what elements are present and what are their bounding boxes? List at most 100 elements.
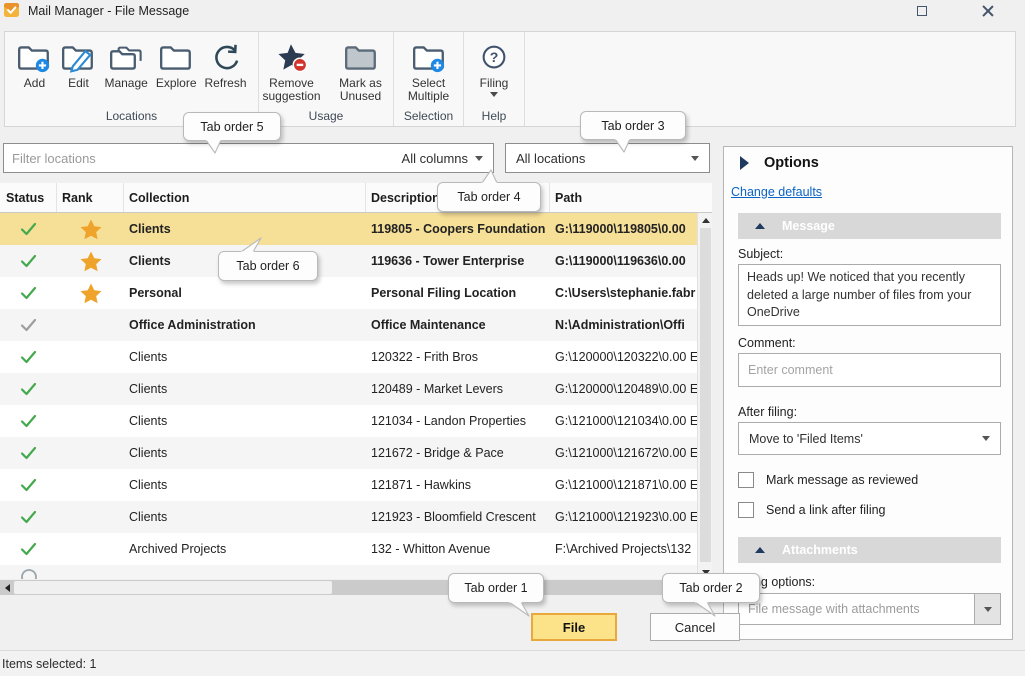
path-cell: G:\121000\121871\0.00 E [550, 478, 697, 492]
check-icon [20, 254, 37, 268]
table-row[interactable]: Clients 121871 - Hawkins G:\121000\12187… [0, 469, 697, 501]
table-row[interactable]: Clients 121923 - Bloomfield Crescent G:\… [0, 501, 697, 533]
mark-reviewed-checkbox-row[interactable]: Mark message as reviewed [738, 472, 918, 488]
column-header-status[interactable]: Status [0, 183, 57, 212]
mail-manager-app-icon [4, 3, 19, 20]
ribbon-group-help: ? Filing Help [464, 32, 525, 126]
mark-reviewed-checkbox[interactable] [738, 472, 754, 488]
description-cell: 121672 - Bridge & Pace [366, 446, 550, 460]
path-cell: G:\119000\119636\0.00 [550, 254, 697, 268]
collection-cell: Clients [124, 446, 366, 460]
comment-field[interactable] [738, 353, 1001, 387]
edit-folder-icon [60, 43, 96, 73]
send-link-checkbox-row[interactable]: Send a link after filing [738, 502, 886, 518]
table-row[interactable]: Clients 121672 - Bridge & Pace G:\121000… [0, 437, 697, 469]
after-filing-dropdown[interactable]: Move to 'Filed Items' [738, 422, 1001, 455]
description-cell: Personal Filing Location [366, 286, 550, 300]
scroll-up-icon[interactable] [698, 213, 713, 227]
filing-options-dropdown[interactable]: File message with attachments [738, 593, 1001, 625]
message-section-header[interactable]: Message [738, 213, 1001, 239]
star-icon [80, 251, 102, 272]
collection-cell: Clients [124, 382, 366, 396]
unused-folder-icon [343, 43, 379, 73]
description-cell: 120322 - Frith Bros [366, 350, 550, 364]
pending-circle-icon [20, 565, 38, 579]
table-row[interactable]: Clients 119636 - Tower Enterprise G:\119… [0, 245, 697, 277]
ribbon-group-label-selection: Selection [394, 109, 463, 123]
vertical-scrollbar[interactable] [697, 213, 712, 579]
table-row[interactable]: Office Administration Office Maintenance… [0, 309, 697, 341]
collection-cell: Clients [124, 350, 366, 364]
columns-dropdown[interactable]: All columns [392, 151, 493, 166]
column-header-collection[interactable]: Collection [124, 183, 366, 212]
collection-cell: Personal [124, 286, 366, 300]
check-gray-icon [20, 318, 37, 332]
filter-locations-input[interactable] [4, 151, 392, 166]
check-icon [20, 222, 37, 236]
tab-order-4-callout: Tab order 4 [437, 182, 541, 212]
path-cell: N:\Administration\Offi [550, 318, 697, 332]
check-icon [20, 510, 37, 524]
subject-field[interactable]: Heads up! We noticed that you recently d… [738, 264, 1001, 326]
collection-cell: Clients [124, 222, 366, 236]
chevron-down-icon [691, 156, 699, 161]
table-row[interactable]: Personal Personal Filing Location C:\Use… [0, 277, 697, 309]
table-row[interactable] [0, 565, 697, 579]
description-cell: 120489 - Market Levers [366, 382, 550, 396]
filter-locations-box: All columns [3, 143, 494, 173]
close-icon[interactable] [977, 2, 999, 20]
collection-cell: Clients [124, 510, 366, 524]
manage-folders-icon [108, 43, 144, 73]
locations-table: Status Rank Collection Description Path … [0, 183, 712, 579]
horizontal-scrollbar[interactable] [0, 580, 712, 595]
select-multiple-folder-icon [411, 43, 447, 73]
ribbon-group-usage: Remove suggestion Mark as Unused Usage [259, 32, 394, 126]
check-icon [20, 478, 37, 492]
path-cell: G:\121000\121923\0.00 E [550, 510, 697, 524]
check-icon [20, 542, 37, 556]
horizontal-scrollbar-thumb[interactable] [14, 581, 332, 594]
collapse-up-icon [754, 222, 766, 230]
title-bar: Mail Manager - File Message [0, 0, 1025, 24]
tab-order-5-callout: Tab order 5 [183, 112, 281, 141]
scroll-left-icon[interactable] [0, 580, 14, 595]
column-header-rank[interactable]: Rank [57, 183, 124, 212]
table-row[interactable]: Clients 119805 - Coopers Foundation G:\1… [0, 213, 697, 245]
table-row[interactable]: Clients 121034 - Landon Properties G:\12… [0, 405, 697, 437]
subject-label: Subject: [738, 247, 783, 261]
remove-suggestion-star-icon [274, 43, 310, 73]
check-icon [20, 446, 37, 460]
collection-cell: Archived Projects [124, 542, 366, 556]
options-panel: Options Change defaults Message Subject:… [723, 146, 1013, 640]
star-icon [80, 219, 102, 240]
locations-dropdown[interactable]: All locations [505, 143, 710, 173]
table-row[interactable]: Clients 120322 - Frith Bros G:\120000\12… [0, 341, 697, 373]
description-cell: 121871 - Hawkins [366, 478, 550, 492]
maximize-icon[interactable] [911, 2, 933, 20]
status-bar: Items selected: 1 [0, 650, 1025, 676]
tab-order-1-callout: Tab order 1 [448, 573, 544, 603]
cancel-button[interactable]: Cancel [650, 613, 740, 641]
file-button[interactable]: File [531, 613, 617, 641]
tab-order-6-callout: Tab order 6 [218, 251, 318, 281]
vertical-scrollbar-thumb[interactable] [700, 228, 711, 562]
table-row[interactable]: Clients 120489 - Market Levers G:\120000… [0, 373, 697, 405]
collapse-up-icon [754, 546, 766, 554]
star-icon [80, 283, 102, 304]
items-selected-text: Items selected: 1 [2, 657, 97, 671]
ribbon-toolbar: Add Edit Manage Explore [4, 31, 1016, 127]
attachments-section-header[interactable]: Attachments [738, 537, 1001, 563]
collection-cell: Clients [124, 414, 366, 428]
table-row[interactable]: Archived Projects 132 - Whitton Avenue F… [0, 533, 697, 565]
column-header-path[interactable]: Path [550, 183, 712, 212]
tab-order-2-callout: Tab order 2 [662, 573, 760, 603]
collection-cell: Clients [124, 478, 366, 492]
change-defaults-link[interactable]: Change defaults [731, 185, 822, 199]
explore-folder-icon [158, 43, 194, 73]
chevron-down-icon[interactable] [974, 594, 1000, 624]
check-icon [20, 382, 37, 396]
comment-label: Comment: [738, 336, 796, 350]
tab-order-3-callout: Tab order 3 [580, 111, 686, 140]
mail-manager-window: Mail Manager - File Message Add Edit [0, 0, 1025, 676]
send-link-checkbox[interactable] [738, 502, 754, 518]
